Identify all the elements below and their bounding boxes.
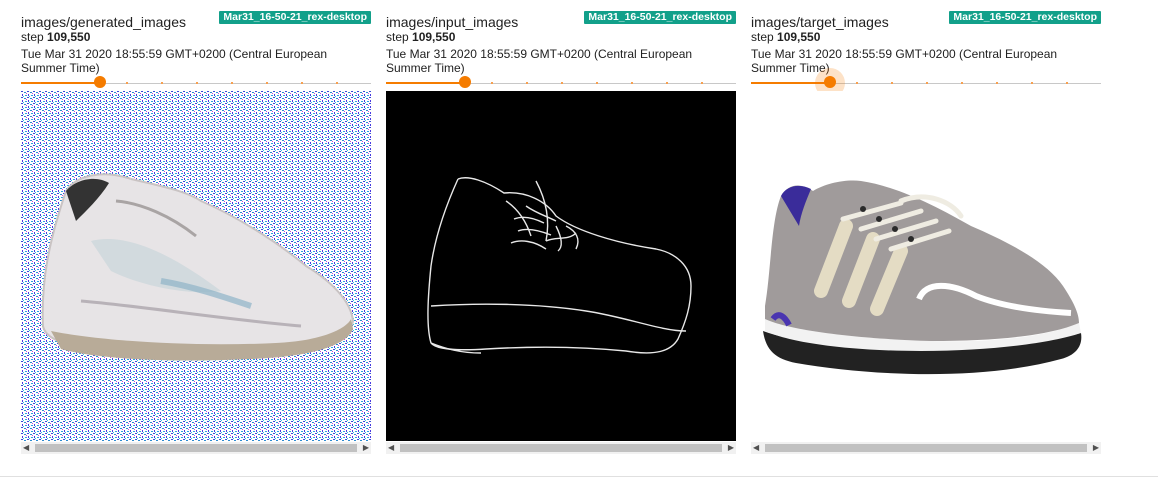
- step-label: step: [751, 30, 774, 44]
- image-card-target: images/target_images Mar31_16-50-21_rex-…: [751, 8, 1101, 476]
- slider-tick: [856, 82, 858, 84]
- sneaker-photo-image: [751, 91, 1101, 441]
- wall-time: Tue Mar 31 2020 18:55:59 GMT+0200 (Centr…: [386, 47, 693, 75]
- slider-thumb[interactable]: [94, 76, 106, 88]
- slider-thumb[interactable]: [824, 76, 836, 88]
- wall-time: Tue Mar 31 2020 18:55:59 GMT+0200 (Centr…: [21, 47, 328, 75]
- scroll-left-icon[interactable]: ◀: [753, 443, 759, 453]
- slider-tick: [1066, 82, 1068, 84]
- slider-tick: [336, 82, 338, 84]
- shoe-edge-sketch-image: [386, 91, 736, 441]
- scroll-right-icon[interactable]: ▶: [1093, 443, 1099, 453]
- slider-tick: [161, 82, 163, 84]
- scroll-left-icon[interactable]: ◀: [388, 443, 394, 453]
- slider-tick: [491, 82, 493, 84]
- slider-tick: [196, 82, 198, 84]
- step-readout: step 109,550: [21, 30, 90, 44]
- horizontal-scrollbar[interactable]: ◀ ▶: [386, 442, 736, 454]
- step-value: 109,550: [47, 30, 91, 44]
- slider-tick: [561, 82, 563, 84]
- slider-tick: [926, 82, 928, 84]
- image-card-input: images/input_images Mar31_16-50-21_rex-d…: [386, 8, 736, 476]
- slider-tick: [631, 82, 633, 84]
- scroll-thumb[interactable]: [765, 444, 1087, 452]
- slider-fill: [21, 82, 100, 84]
- scroll-thumb[interactable]: [400, 444, 722, 452]
- scroll-right-icon[interactable]: ▶: [363, 443, 369, 453]
- wall-time: Tue Mar 31 2020 18:55:59 GMT+0200 (Centr…: [751, 47, 1058, 75]
- step-readout: step 109,550: [751, 30, 820, 44]
- slider-tick: [526, 82, 528, 84]
- step-slider[interactable]: [751, 68, 1101, 98]
- horizontal-scrollbar[interactable]: ◀ ▶: [21, 442, 371, 454]
- slider-tick: [231, 82, 233, 84]
- card-title: images/input_images: [386, 14, 519, 30]
- card-title: images/target_images: [751, 14, 889, 30]
- slider-tick: [1031, 82, 1033, 84]
- slider-tick: [126, 82, 128, 84]
- step-value: 109,550: [412, 30, 456, 44]
- run-badge: Mar31_16-50-21_rex-desktop: [949, 11, 1101, 24]
- image-card-generated: images/generated_images Mar31_16-50-21_r…: [21, 8, 371, 476]
- card-title: images/generated_images: [21, 14, 186, 30]
- step-readout: step 109,550: [386, 30, 455, 44]
- slider-thumb[interactable]: [459, 76, 471, 88]
- slider-fill: [386, 82, 465, 84]
- slider-tick: [891, 82, 893, 84]
- slider-tick: [961, 82, 963, 84]
- slider-tick: [666, 82, 668, 84]
- scroll-left-icon[interactable]: ◀: [23, 443, 29, 453]
- step-value: 109,550: [777, 30, 821, 44]
- step-slider[interactable]: [21, 76, 371, 88]
- scroll-right-icon[interactable]: ▶: [728, 443, 734, 453]
- step-label: step: [386, 30, 409, 44]
- slider-tick: [596, 82, 598, 84]
- slider-tick: [266, 82, 268, 84]
- slider-tick: [996, 82, 998, 84]
- step-slider[interactable]: [386, 76, 736, 88]
- slider-tick: [301, 82, 303, 84]
- generated-shoe-image: [21, 91, 371, 441]
- slider-tick: [701, 82, 703, 84]
- horizontal-scrollbar[interactable]: ◀ ▶: [751, 442, 1101, 454]
- run-badge: Mar31_16-50-21_rex-desktop: [219, 11, 371, 24]
- scroll-thumb[interactable]: [35, 444, 357, 452]
- run-badge: Mar31_16-50-21_rex-desktop: [584, 11, 736, 24]
- step-label: step: [21, 30, 44, 44]
